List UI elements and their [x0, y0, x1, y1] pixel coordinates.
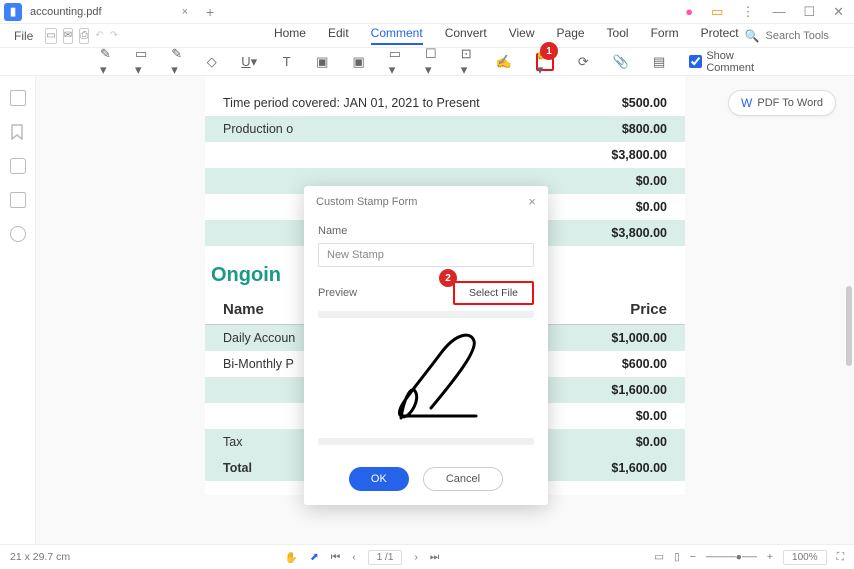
minimize-icon[interactable]: — — [766, 4, 791, 19]
tab-tool[interactable]: Tool — [607, 26, 629, 45]
mail-icon[interactable]: ✉ — [63, 28, 73, 44]
page-dimensions: 21 x 29.7 cm — [10, 551, 70, 563]
note-icon[interactable]: ▭ ▾ — [135, 53, 147, 71]
attachment-icon[interactable]: 📎 — [613, 53, 629, 71]
select-tool-icon[interactable]: ⬈ — [310, 551, 319, 563]
eraser-icon[interactable]: ◇ — [206, 53, 217, 71]
save-icon[interactable]: ▭ — [45, 28, 56, 44]
th-name: Name — [223, 301, 264, 318]
word-icon: W — [741, 96, 752, 110]
table-row: Time period covered: JAN 01, 2021 to Pre… — [205, 90, 685, 116]
select-file-button[interactable]: Select File — [453, 281, 534, 305]
undo-icon[interactable]: ↶ — [95, 30, 103, 41]
comments-panel-icon[interactable] — [10, 158, 26, 174]
maximize-icon[interactable]: ☐ — [797, 4, 821, 20]
measure-icon[interactable]: ⊡ ▾ — [461, 53, 472, 71]
thumbnails-icon[interactable] — [10, 90, 26, 106]
next-page-icon[interactable]: › — [414, 551, 418, 563]
tab-edit[interactable]: Edit — [328, 26, 349, 45]
scrollbar-thumb[interactable] — [846, 286, 852, 366]
search-icon: 🔍 — [745, 29, 760, 43]
attachments-panel-icon[interactable] — [10, 192, 26, 208]
pdf-to-word-label: PDF To Word — [757, 97, 823, 109]
tab-view[interactable]: View — [509, 26, 535, 45]
stamp-icon[interactable]: ☐ ▾ — [425, 53, 437, 71]
ok-button[interactable]: OK — [349, 467, 409, 491]
close-tab-icon[interactable]: × — [182, 6, 188, 18]
custom-stamp-dialog: Custom Stamp Form × Name Preview 2 Selec… — [304, 186, 548, 505]
file-tab-name: accounting.pdf — [30, 6, 102, 18]
show-comment-checkbox[interactable] — [689, 55, 702, 68]
form-icon[interactable]: ▤ — [653, 53, 665, 71]
stamp-name-input[interactable] — [318, 243, 534, 267]
prev-page-icon[interactable]: ‹ — [352, 551, 356, 563]
app-icon: ▮ — [4, 3, 22, 21]
preview-area — [318, 311, 534, 445]
redo-icon[interactable]: ↷ — [110, 30, 118, 41]
tab-home[interactable]: Home — [274, 26, 306, 45]
first-page-icon[interactable]: ⏮ — [331, 551, 340, 564]
fit-page-icon[interactable]: ▯ — [674, 551, 680, 563]
callout-icon[interactable]: ▣ — [352, 53, 364, 71]
statusbar: 21 x 29.7 cm ✋ ⬈ ⏮ ‹ 1 /1 › ⏭ ▭ ▯ − ────… — [0, 544, 854, 569]
dialog-close-icon[interactable]: × — [528, 194, 536, 209]
table-row: $3,800.00 — [205, 142, 685, 168]
preview-label: Preview — [318, 287, 357, 299]
tab-page[interactable]: Page — [557, 26, 585, 45]
user-avatar-icon[interactable]: ● — [679, 4, 699, 19]
pdf-to-word-button[interactable]: W PDF To Word — [728, 90, 836, 116]
fit-width-icon[interactable]: ▭ — [654, 551, 664, 563]
close-window-icon[interactable]: ✕ — [827, 4, 850, 20]
preview-bar-bottom — [318, 438, 534, 445]
show-comment-label: Show Comment — [706, 50, 754, 74]
shape-icon[interactable]: ▭ ▾ — [389, 53, 401, 71]
print-icon[interactable]: ⎙ — [79, 28, 89, 44]
content-area: W PDF To Word Time period covered: JAN 0… — [0, 76, 854, 544]
zoom-out-icon[interactable]: − — [690, 551, 696, 563]
page-indicator[interactable]: 1 /1 — [368, 550, 403, 565]
signature-icon[interactable]: ✍ — [496, 53, 512, 71]
name-label: Name — [318, 225, 534, 237]
search-panel-icon[interactable] — [10, 226, 26, 242]
cancel-button[interactable]: Cancel — [423, 467, 503, 491]
titlebar: ▮ accounting.pdf × + ● ▭ ⋮ — ☐ ✕ — [0, 0, 854, 24]
zoom-slider[interactable]: ────●── — [706, 551, 757, 563]
add-tab-button[interactable]: + — [206, 4, 214, 20]
left-rail — [0, 76, 36, 544]
pencil-icon[interactable]: ✎ ▾ — [171, 53, 182, 71]
comment-toolbar: ✎ ▾ ▭ ▾ ✎ ▾ ◇ U ▾ T ▣ ▣ ▭ ▾ ☐ ▾ ⊡ ▾ ✍ ✍ … — [0, 48, 854, 76]
highlight-icon[interactable]: ✎ ▾ — [100, 53, 111, 71]
underline-icon[interactable]: U ▾ — [241, 53, 257, 71]
dialog-title: Custom Stamp Form — [316, 196, 417, 208]
file-menu[interactable]: File — [8, 27, 39, 45]
search-tools[interactable]: 🔍 — [745, 29, 854, 43]
menubar: File ▭ ✉ ⎙ ↶ ↷ Home Edit Comment Convert… — [0, 24, 854, 48]
tab-convert[interactable]: Convert — [445, 26, 487, 45]
hand-tool-icon[interactable]: ✋ — [285, 551, 298, 564]
notification-icon[interactable]: ▭ — [705, 4, 729, 20]
textbox-icon[interactable]: ▣ — [316, 53, 328, 71]
zoom-in-icon[interactable]: + — [767, 551, 773, 563]
callout-badge-2: 2 — [439, 269, 457, 287]
last-page-icon[interactable]: ⏭ — [430, 551, 439, 564]
fullscreen-icon[interactable]: ⛶ — [837, 551, 844, 564]
signature-preview — [318, 318, 534, 438]
th-price: Price — [630, 301, 667, 318]
main-tabs: Home Edit Comment Convert View Page Tool… — [274, 26, 739, 45]
link-icon[interactable]: ⟳ — [578, 53, 589, 71]
zoom-level[interactable]: 100% — [783, 550, 827, 565]
search-input[interactable] — [766, 30, 854, 42]
tab-comment[interactable]: Comment — [371, 26, 423, 45]
kebab-menu-icon[interactable]: ⋮ — [735, 4, 760, 20]
show-comment-toggle[interactable]: Show Comment — [689, 50, 754, 74]
file-tab[interactable]: accounting.pdf × — [30, 6, 188, 18]
tab-form[interactable]: Form — [651, 26, 679, 45]
text-icon[interactable]: T — [281, 53, 292, 71]
table-row: Production o$800.00 — [205, 116, 685, 142]
callout-badge-1: 1 — [540, 42, 558, 60]
preview-bar-top — [318, 311, 534, 318]
tab-protect[interactable]: Protect — [701, 26, 739, 45]
bookmark-icon[interactable] — [10, 124, 26, 140]
